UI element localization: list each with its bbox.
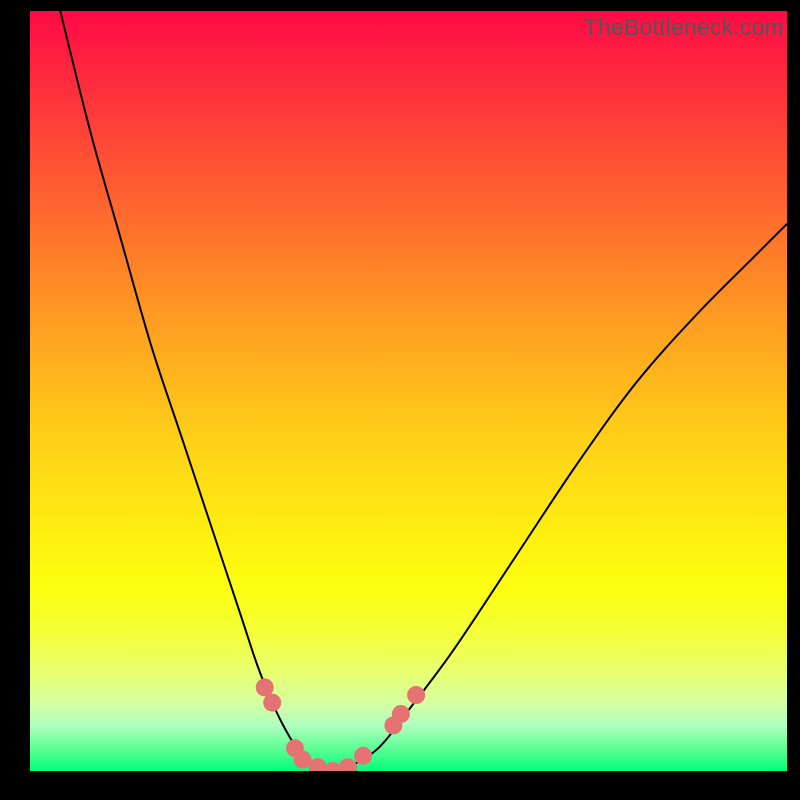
curve-path bbox=[60, 11, 787, 771]
marker-dot bbox=[354, 747, 372, 765]
marker-dot bbox=[263, 694, 281, 712]
watermark-text: TheBottleneck.com bbox=[584, 14, 784, 41]
marker-dot bbox=[407, 686, 425, 704]
marker-dot bbox=[339, 758, 357, 771]
chart-stage: TheBottleneck.com bbox=[0, 0, 800, 800]
highlight-markers bbox=[256, 678, 425, 771]
marker-dot bbox=[392, 705, 410, 723]
bottleneck-curve bbox=[60, 11, 787, 771]
plot-area bbox=[30, 11, 787, 771]
curve-layer bbox=[30, 11, 787, 771]
